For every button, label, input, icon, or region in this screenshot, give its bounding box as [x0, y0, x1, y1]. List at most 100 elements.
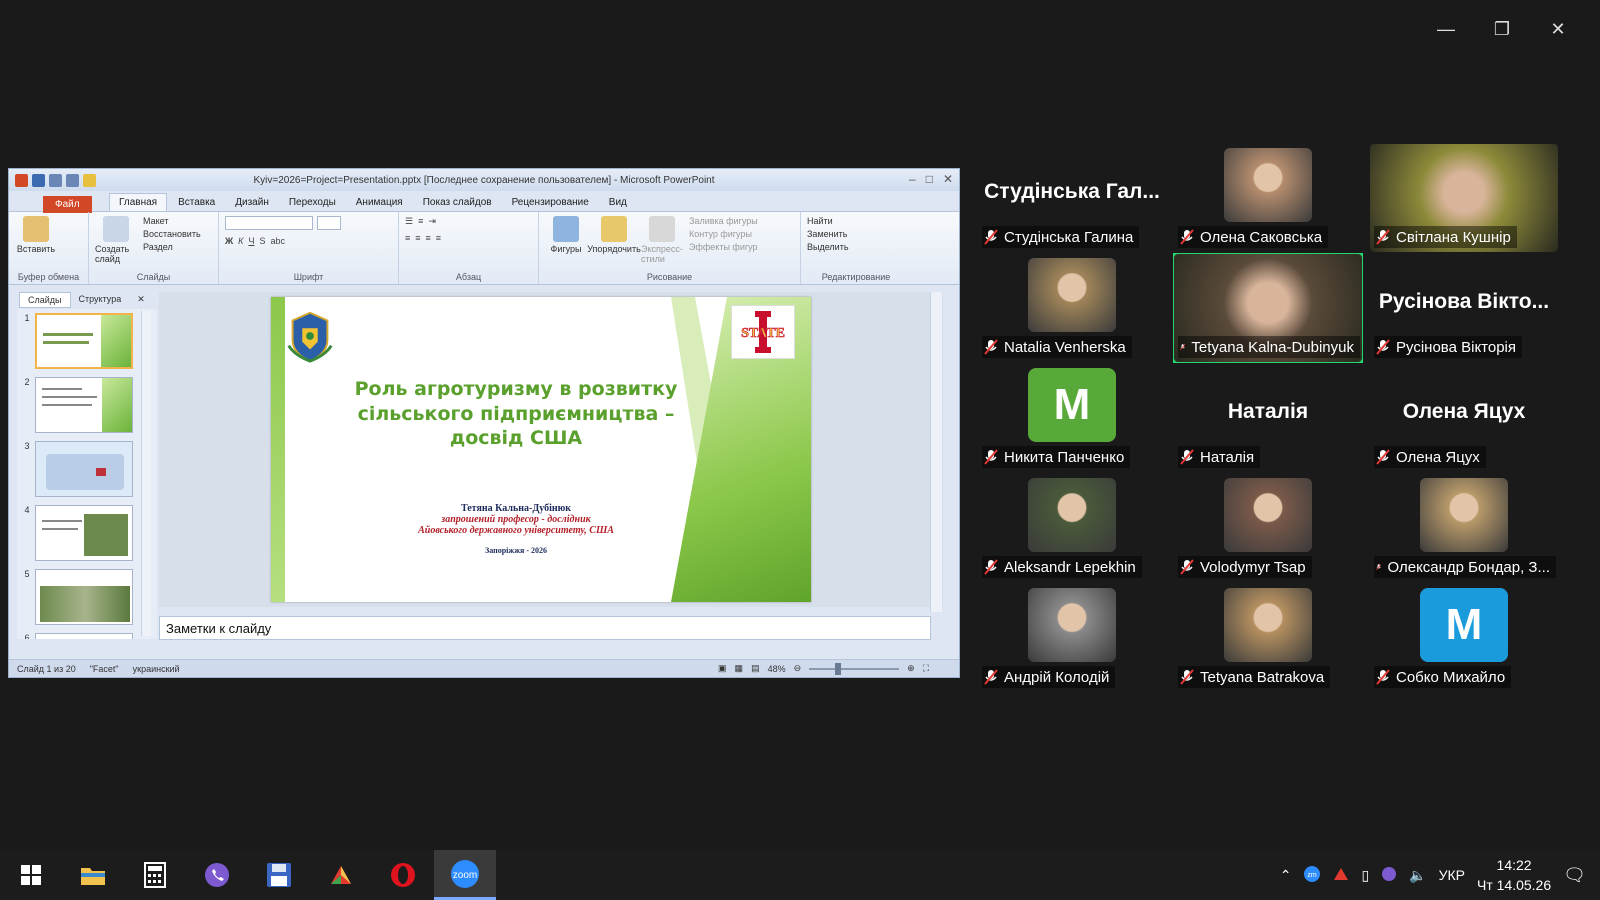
slide-thumb[interactable]: [35, 313, 133, 369]
align-left-icon[interactable]: ≡: [405, 233, 410, 243]
slide-thumb[interactable]: [35, 505, 133, 561]
slide-thumb[interactable]: [35, 569, 133, 625]
zoom-out-icon[interactable]: ⊖: [794, 663, 802, 674]
slide-thumb-row[interactable]: 4: [19, 505, 157, 563]
justify-icon[interactable]: ≡: [436, 233, 441, 243]
align-center-icon[interactable]: ≡: [415, 233, 420, 243]
replace-button[interactable]: Заменить: [807, 229, 849, 239]
zoom-tray-icon[interactable]: zm: [1303, 865, 1321, 886]
ppt-close-icon[interactable]: ✕: [943, 172, 953, 186]
bullets-icon[interactable]: ☰: [405, 216, 413, 227]
slide-thumb[interactable]: [35, 377, 133, 433]
normal-view-icon[interactable]: ▣: [718, 663, 727, 674]
new-slide-button[interactable]: Создать слайд: [95, 216, 137, 280]
slide-thumb-row[interactable]: 2: [19, 377, 157, 435]
zoom-slider[interactable]: [809, 662, 900, 675]
tab-view[interactable]: Вид: [600, 194, 636, 211]
calculator-icon[interactable]: [124, 850, 186, 900]
participant-tile[interactable]: Tetyana Kalna-Dubinyuk: [1173, 253, 1363, 363]
quick-styles-button[interactable]: Экспресс-стили: [641, 216, 683, 280]
ppt-minimize-icon[interactable]: –: [909, 172, 916, 186]
reading-view-icon[interactable]: ▤: [751, 663, 760, 674]
indent-icon[interactable]: ⇥: [428, 216, 436, 227]
notes-field[interactable]: Заметки к слайду: [159, 616, 931, 640]
participant-tile[interactable]: Volodymyr Tsap: [1174, 474, 1362, 582]
strike-icon[interactable]: abc: [270, 236, 285, 246]
slide-thumb-row[interactable]: 5: [19, 569, 157, 627]
shape-fill-button[interactable]: Заливка фигуры: [689, 216, 758, 226]
file-explorer-icon[interactable]: [62, 850, 124, 900]
slide-scrollbar[interactable]: [930, 292, 942, 612]
minimize-icon[interactable]: —: [1418, 14, 1474, 44]
participant-tile[interactable]: Русінова Вікто... Русінова Вікторія: [1370, 254, 1558, 362]
zoom-slider-thumb[interactable]: [835, 662, 842, 675]
tab-transitions[interactable]: Переходы: [280, 194, 345, 211]
participant-tile[interactable]: Natalia Venherska: [978, 254, 1166, 362]
slide-thumb-row[interactable]: 3: [19, 441, 157, 499]
usb-icon[interactable]: ▯: [1361, 867, 1369, 884]
slide-canvas[interactable]: STATE Роль агротуризму в розвитку сільсь…: [271, 297, 811, 602]
participant-tile[interactable]: Світлана Кушнір: [1370, 144, 1558, 252]
participant-tile[interactable]: M Никита Панченко: [978, 364, 1166, 472]
language-indicator[interactable]: украинский: [133, 664, 180, 674]
paste-button[interactable]: Вставить: [15, 216, 57, 280]
align-right-icon[interactable]: ≡: [426, 233, 431, 243]
zoom-icon[interactable]: zoom: [434, 850, 496, 900]
app-tray-icon[interactable]: [1333, 866, 1349, 885]
slide-thumb-row[interactable]: 6: [19, 633, 157, 639]
tab-design[interactable]: Дизайн: [226, 194, 278, 211]
find-button[interactable]: Найти: [807, 216, 849, 226]
tab-animation[interactable]: Анимация: [347, 194, 412, 211]
font-name-input[interactable]: [225, 216, 313, 230]
underline-icon[interactable]: Ч: [248, 236, 254, 246]
numbering-icon[interactable]: ≡: [418, 216, 423, 227]
close-icon[interactable]: ✕: [1530, 14, 1586, 44]
slideshow-icon[interactable]: [83, 173, 96, 187]
redo-icon[interactable]: [66, 173, 79, 187]
language-indicator[interactable]: УКР: [1439, 867, 1465, 883]
font-size-input[interactable]: [317, 216, 341, 230]
app-icon[interactable]: [310, 850, 372, 900]
participant-tile[interactable]: Олена Саковська: [1174, 144, 1362, 252]
tab-slideshow[interactable]: Показ слайдов: [414, 194, 501, 211]
layout-button[interactable]: Макет: [143, 216, 201, 226]
clock[interactable]: 14:22 Чт 14.05.26: [1477, 855, 1551, 895]
fit-window-icon[interactable]: ⛶: [923, 663, 929, 674]
participant-tile[interactable]: Наталія Наталія: [1174, 364, 1362, 472]
restore-icon[interactable]: ❐: [1474, 14, 1530, 44]
undo-icon[interactable]: [49, 173, 62, 187]
thumbnails-scrollbar[interactable]: [141, 311, 151, 636]
section-button[interactable]: Раздел: [143, 242, 201, 252]
zoom-in-icon[interactable]: ⊕: [907, 663, 915, 674]
slide-thumb[interactable]: [35, 441, 133, 497]
slide-thumb[interactable]: [35, 633, 133, 639]
shapes-button[interactable]: Фигуры: [545, 216, 587, 280]
participant-tile[interactable]: Tetyana Batrakova: [1174, 584, 1362, 692]
participant-tile[interactable]: Андрій Колодій: [978, 584, 1166, 692]
participant-tile[interactable]: Студінська Гал... Студінська Галина: [978, 144, 1166, 252]
tab-slides[interactable]: Слайды: [19, 292, 71, 308]
participant-tile[interactable]: Aleksandr Lepekhin: [978, 474, 1166, 582]
notifications-icon[interactable]: 🗨: [1563, 865, 1586, 886]
participant-tile[interactable]: Олена Яцух Олена Яцух: [1370, 364, 1558, 472]
italic-icon[interactable]: К: [238, 236, 243, 246]
chevron-up-icon[interactable]: ⌃: [1280, 867, 1292, 884]
opera-icon[interactable]: [372, 850, 434, 900]
zoom-level[interactable]: 48%: [768, 664, 786, 674]
viber-icon[interactable]: [186, 850, 248, 900]
participant-tile[interactable]: Олександр Бондар, З...: [1370, 474, 1558, 582]
close-panel-icon[interactable]: ✕: [129, 292, 153, 308]
tab-home[interactable]: Главная: [109, 193, 168, 211]
volume-icon[interactable]: 🔈: [1409, 867, 1426, 884]
tab-insert[interactable]: Вставка: [169, 194, 224, 211]
slide-thumb-row[interactable]: 1: [19, 313, 157, 371]
sorter-view-icon[interactable]: ▦: [735, 663, 744, 674]
arrange-button[interactable]: Упорядочить: [587, 216, 641, 280]
shape-outline-button[interactable]: Контур фигуры: [689, 229, 758, 239]
participant-tile[interactable]: M Собко Михайло: [1370, 584, 1558, 692]
select-button[interactable]: Выделить: [807, 242, 849, 252]
tab-review[interactable]: Рецензирование: [503, 194, 598, 211]
save-app-icon[interactable]: [248, 850, 310, 900]
reset-button[interactable]: Восстановить: [143, 229, 201, 239]
shape-effects-button[interactable]: Эффекты фигур: [689, 242, 758, 252]
